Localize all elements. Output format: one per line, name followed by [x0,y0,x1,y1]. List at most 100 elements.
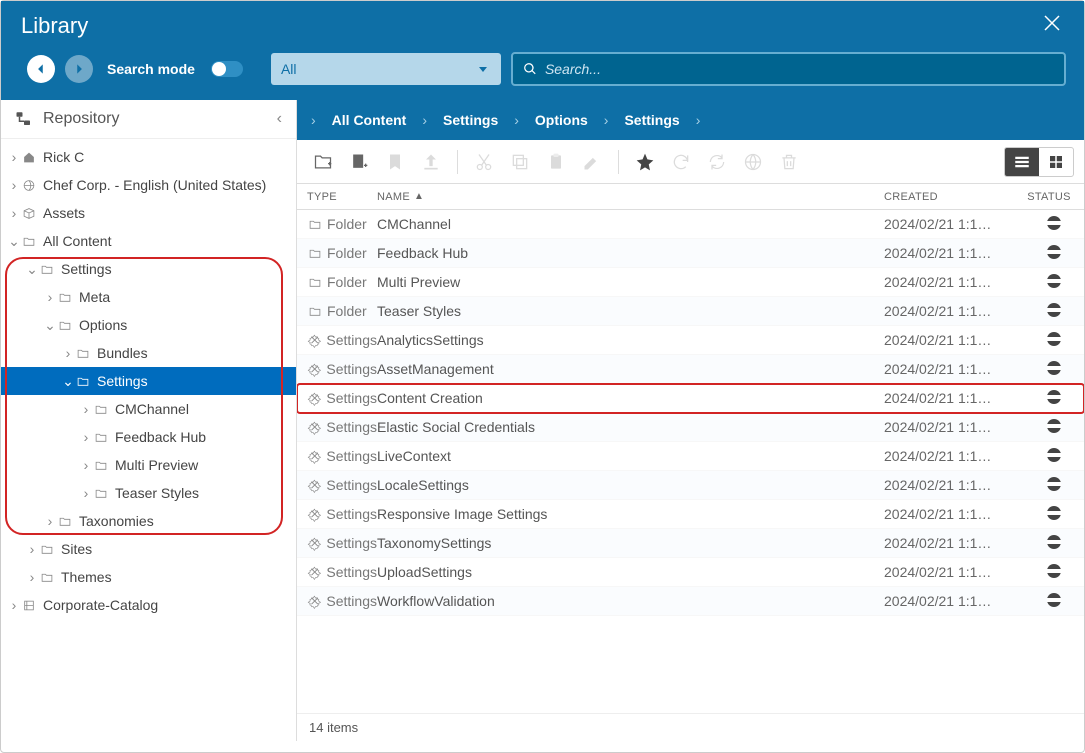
tree-node[interactable]: ›Teaser Styles [1,479,296,507]
cut-button[interactable] [468,146,500,178]
breadcrumb-item[interactable]: Settings [443,112,498,128]
window-header: Library Search mode All [1,1,1084,100]
table-row[interactable]: SettingsLiveContext2024/02/21 1:1… [297,442,1084,471]
cell-type: Settings [297,506,377,522]
tree-toggle-icon[interactable]: › [7,177,21,193]
tree-toggle-icon[interactable]: › [79,485,93,501]
copy-button[interactable] [504,146,536,178]
breadcrumb-item[interactable]: Settings [624,112,679,128]
tree-node[interactable]: ›Sites [1,535,296,563]
table-row[interactable]: SettingsTaxonomySettings2024/02/21 1:1… [297,529,1084,558]
folder-icon [93,429,109,445]
breadcrumb-item[interactable]: Options [535,112,588,128]
breadcrumb-item[interactable]: All Content [332,112,407,128]
tree-node[interactable]: ›Rick C [1,143,296,171]
tree-node[interactable]: › Taxonomies [1,507,296,535]
cell-status [1024,274,1084,291]
tree-toggle-icon[interactable]: › [79,457,93,473]
tree-node[interactable]: ⌄All Content [1,227,296,255]
table-row[interactable]: SettingsWorkflowValidation2024/02/21 1:1… [297,587,1084,616]
table-row[interactable]: FolderTeaser Styles2024/02/21 1:1… [297,297,1084,326]
cell-name: Feedback Hub [377,245,884,261]
tree-node[interactable]: ›Assets [1,199,296,227]
tree-node[interactable]: › Chef Corp. - English (United States) [1,171,296,199]
grid-view-button[interactable] [1039,148,1073,176]
table-row[interactable]: FolderCMChannel2024/02/21 1:1… [297,210,1084,239]
table-row[interactable]: SettingsResponsive Image Settings2024/02… [297,500,1084,529]
search-input[interactable] [545,61,1054,77]
tree-toggle-icon[interactable]: › [7,205,21,221]
breadcrumb-sep: › [604,112,609,128]
sidebar-header: Repository ‹ [1,100,296,139]
col-created-header[interactable]: CREATED [884,191,1024,203]
tree-node[interactable]: ⌄Options [1,311,296,339]
sidebar-collapse-button[interactable]: ‹ [277,110,282,128]
table-row[interactable]: SettingsAssetManagement2024/02/21 1:1… [297,355,1084,384]
tree-node[interactable]: ⌄Settings [1,367,296,395]
bookmark-add-button[interactable] [379,146,411,178]
status-published-icon [1047,216,1061,230]
table-row[interactable]: FolderFeedback Hub2024/02/21 1:1… [297,239,1084,268]
tree-toggle-icon[interactable]: › [79,401,93,417]
cell-status [1024,448,1084,465]
nav-forward-button[interactable] [65,55,93,83]
tree-node-label: Taxonomies [79,513,154,529]
tree-node[interactable]: ›Multi Preview [1,451,296,479]
cell-status [1024,419,1084,436]
edit-button[interactable] [576,146,608,178]
list-view-button[interactable] [1005,148,1039,176]
tree-toggle-icon[interactable]: › [79,429,93,445]
tree-toggle-icon[interactable]: ⌄ [7,233,21,250]
search-mode-toggle[interactable] [211,61,243,77]
cell-created: 2024/02/21 1:1… [884,564,1024,580]
cell-name: WorkflowValidation [377,593,884,609]
cell-type: Folder [297,274,377,290]
tree-toggle-icon[interactable]: › [7,149,21,165]
tree-node[interactable]: ›Meta [1,283,296,311]
table-row[interactable]: SettingsContent Creation2024/02/21 1:1… [297,384,1084,413]
tree-node[interactable]: ›Themes [1,563,296,591]
table-row[interactable]: SettingsElastic Social Credentials2024/0… [297,413,1084,442]
search-box[interactable] [511,52,1066,86]
globe-button[interactable] [737,146,769,178]
tree-toggle-icon[interactable]: › [43,513,57,529]
table-row[interactable]: SettingsLocaleSettings2024/02/21 1:1… [297,471,1084,500]
cell-created: 2024/02/21 1:1… [884,477,1024,493]
tree-toggle-icon[interactable]: › [43,289,57,305]
star-button[interactable] [629,146,661,178]
tree-toggle-icon[interactable]: ⌄ [61,373,75,390]
table-row[interactable]: FolderMulti Preview2024/02/21 1:1… [297,268,1084,297]
table-row[interactable]: SettingsAnalyticsSettings2024/02/21 1:1… [297,326,1084,355]
tree-node[interactable]: ›Corporate-Catalog [1,591,296,619]
cell-name: Multi Preview [377,274,884,290]
tree-node[interactable]: ›Bundles [1,339,296,367]
tree-node[interactable]: ›CMChannel [1,395,296,423]
paste-button[interactable] [540,146,572,178]
tree-icon [15,110,33,128]
tree-node[interactable]: ›Feedback Hub [1,423,296,451]
tree-node-label: Chef Corp. - English (United States) [43,177,266,193]
tree-toggle-icon[interactable]: › [7,597,21,613]
refresh-button[interactable] [665,146,697,178]
sync-button[interactable] [701,146,733,178]
scope-dropdown[interactable]: All [271,53,501,85]
tree-toggle-icon[interactable]: ⌄ [25,261,39,278]
close-button[interactable] [1040,11,1064,40]
tree-toggle-icon[interactable]: › [25,541,39,557]
upload-button[interactable] [415,146,447,178]
tree-toggle-icon[interactable]: ⌄ [43,317,57,334]
col-name-header[interactable]: NAME ▲ [377,191,884,203]
tree-node[interactable]: ⌄Settings [1,255,296,283]
delete-button[interactable] [773,146,805,178]
col-status-header[interactable]: STATUS [1024,191,1084,203]
cell-type: Settings [297,361,377,377]
col-type-header[interactable]: TYPE [297,191,377,203]
nav-back-button[interactable] [27,55,55,83]
table-row[interactable]: SettingsUploadSettings2024/02/21 1:1… [297,558,1084,587]
tree-toggle-icon[interactable]: › [61,345,75,361]
cell-type: Settings [297,419,377,435]
cell-name: LocaleSettings [377,477,884,493]
new-folder-button[interactable] [307,146,339,178]
new-document-button[interactable] [343,146,375,178]
tree-toggle-icon[interactable]: › [25,569,39,585]
